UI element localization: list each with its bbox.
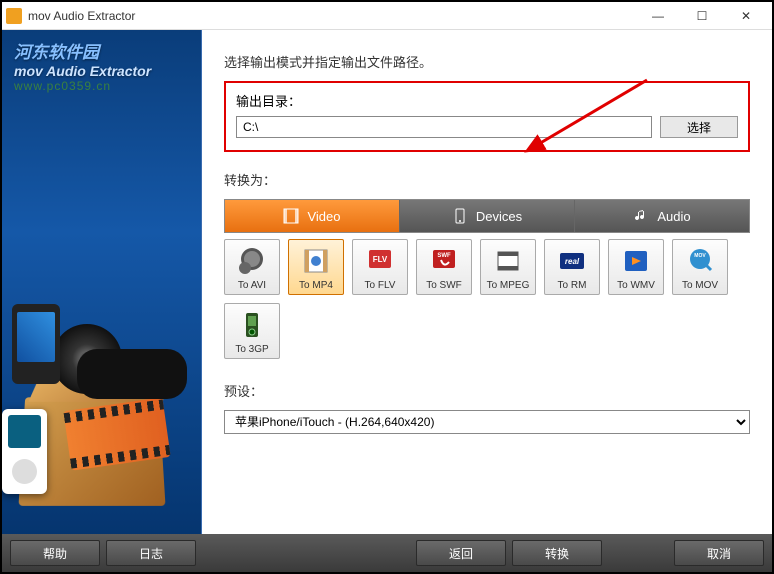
output-directory-label: 输出目录： [236, 91, 738, 110]
output-directory-input[interactable] [236, 116, 652, 138]
svg-text:FLV: FLV [373, 255, 388, 264]
flv-icon: FLV [363, 246, 397, 276]
avi-icon [235, 246, 269, 276]
convert-button[interactable]: 转换 [512, 540, 602, 566]
format-wmv-button[interactable]: To WMV [608, 239, 664, 295]
logo-site: www.pc0359.cn [14, 79, 189, 93]
format-mpeg-button[interactable]: To MPEG [480, 239, 536, 295]
back-button[interactable]: 返回 [416, 540, 506, 566]
format-mov-button[interactable]: MOV To MOV [672, 239, 728, 295]
logo-title: mov Audio Extractor [14, 63, 189, 79]
tab-audio-label: Audio [657, 209, 690, 224]
format-swf-button[interactable]: SWF To SWF [416, 239, 472, 295]
music-icon [633, 208, 649, 224]
device-icon [452, 208, 468, 224]
preset-label: 预设： [224, 381, 750, 400]
tab-video-label: Video [307, 209, 340, 224]
tab-video[interactable]: Video [225, 200, 400, 232]
app-icon [6, 8, 22, 24]
format-label: To RM [558, 280, 587, 291]
titlebar: mov Audio Extractor — ☐ ✕ [2, 2, 772, 30]
rm-icon: real [555, 246, 589, 276]
instruction-text: 选择输出模式并指定输出文件路径。 [224, 52, 750, 71]
browse-button[interactable]: 选择 [660, 116, 738, 138]
format-label: To AVI [238, 280, 266, 291]
maximize-button[interactable]: ☐ [680, 3, 724, 29]
content-panel: 选择输出模式并指定输出文件路径。 输出目录： 选择 转换为： Video Dev… [202, 30, 772, 534]
swf-icon: SWF [427, 246, 461, 276]
format-label: To MOV [682, 280, 718, 291]
mov-icon: MOV [683, 246, 717, 276]
format-grid: To AVI To MP4 FLV To FLV SWF To SWF To MPEG rea… [224, 239, 750, 359]
format-rm-button[interactable]: real To RM [544, 239, 600, 295]
window-title: mov Audio Extractor [28, 9, 636, 23]
format-avi-button[interactable]: To AVI [224, 239, 280, 295]
format-flv-button[interactable]: FLV To FLV [352, 239, 408, 295]
wmv-icon [619, 246, 653, 276]
log-button[interactable]: 日志 [106, 540, 196, 566]
svg-text:SWF: SWF [437, 253, 451, 259]
category-tabs: Video Devices Audio [224, 199, 750, 233]
help-button[interactable]: 帮助 [10, 540, 100, 566]
format-mp4-button[interactable]: To MP4 [288, 239, 344, 295]
format-label: To MP4 [299, 280, 333, 291]
tab-devices[interactable]: Devices [400, 200, 575, 232]
format-label: To WMV [617, 280, 655, 291]
bottom-toolbar: 帮助 日志 返回 转换 取消 [2, 534, 772, 572]
svg-text:MOV: MOV [694, 253, 706, 259]
film-icon [283, 208, 299, 224]
3gp-icon [235, 310, 269, 340]
output-directory-section: 输出目录： 选择 [224, 81, 750, 152]
convert-to-label: 转换为： [224, 170, 750, 189]
format-label: To MPEG [487, 280, 530, 291]
format-label: To 3GP [235, 344, 268, 355]
sidebar: 河东软件园 mov Audio Extractor www.pc0359.cn [2, 30, 202, 534]
format-3gp-button[interactable]: To 3GP [224, 303, 280, 359]
mpeg-icon [491, 246, 525, 276]
logo-watermark: 河东软件园 [14, 38, 189, 63]
tab-audio[interactable]: Audio [575, 200, 749, 232]
format-label: To FLV [365, 280, 396, 291]
sidebar-illustration [2, 264, 202, 524]
preset-select[interactable]: 苹果iPhone/iTouch - (H.264,640x420) [224, 410, 750, 434]
close-button[interactable]: ✕ [724, 3, 768, 29]
svg-text:real: real [565, 257, 580, 266]
cancel-button[interactable]: 取消 [674, 540, 764, 566]
format-label: To SWF [426, 280, 462, 291]
tab-devices-label: Devices [476, 209, 522, 224]
mp4-icon [299, 246, 333, 276]
minimize-button[interactable]: — [636, 3, 680, 29]
